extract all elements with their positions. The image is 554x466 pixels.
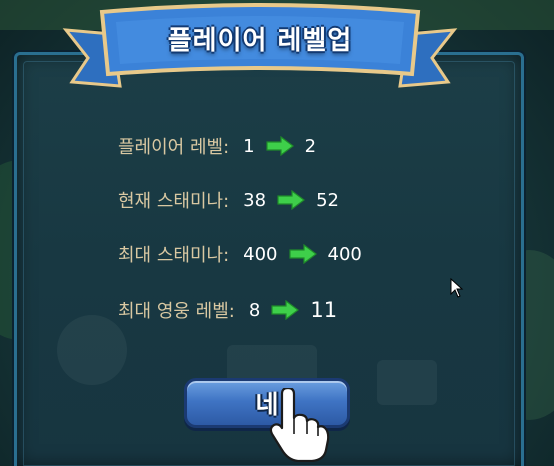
stat-row-player-level: 플레이어 레벨: 1 2 — [118, 131, 316, 161]
stat-old-value: 1 — [243, 135, 255, 157]
green-arrow-icon — [277, 190, 306, 210]
stat-label: 최대 스태미나: — [118, 245, 230, 266]
pointing-hand-icon — [269, 388, 330, 462]
green-arrow-icon — [288, 244, 317, 264]
title-ribbon: 플레이어 레벨업 — [60, 0, 460, 100]
stat-label: 최대 영웅 레벨: — [118, 301, 235, 322]
stat-new-value: 11 — [310, 298, 338, 322]
stat-row-current-stamina: 현재 스태미나: 38 52 — [118, 185, 339, 215]
stat-new-value: 52 — [316, 189, 339, 211]
green-arrow-icon — [266, 136, 294, 156]
dialog-title: 플레이어 레벨업 — [167, 26, 353, 56]
background-chest-silhouette — [377, 360, 437, 405]
stat-label: 플레이어 레벨: — [118, 137, 230, 158]
stat-label: 현재 스태미나: — [118, 191, 230, 212]
stat-old-value: 38 — [243, 189, 267, 211]
background-shield-silhouette — [57, 315, 127, 385]
stat-row-max-hero-level: 최대 영웅 레벨: 8 11 — [118, 295, 337, 325]
mouse-cursor-icon — [450, 278, 464, 298]
stat-old-value: 8 — [248, 299, 261, 321]
stat-new-value: 400 — [327, 243, 362, 265]
stat-row-max-stamina: 최대 스태미나: 400 400 — [118, 239, 362, 269]
stat-old-value: 400 — [243, 243, 278, 265]
stat-new-value: 2 — [304, 135, 317, 157]
green-arrow-icon — [271, 300, 300, 320]
